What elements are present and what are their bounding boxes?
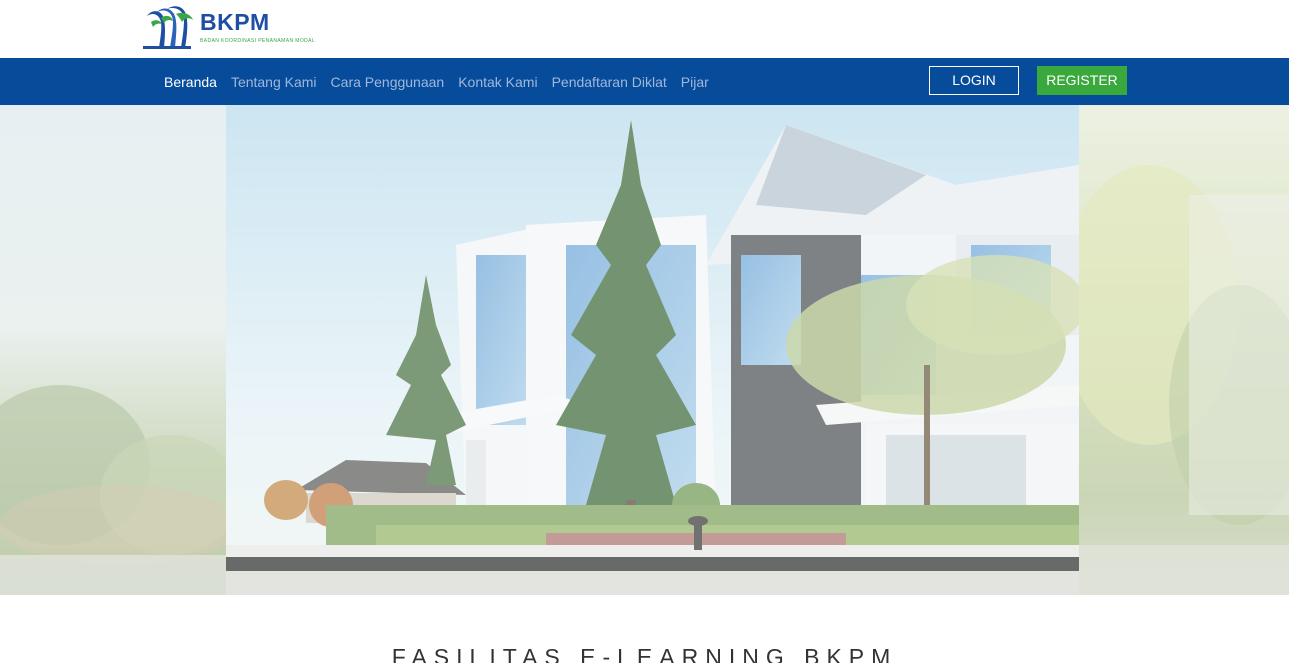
login-button[interactable]: LOGIN	[929, 66, 1019, 95]
hero-blur-right-image	[1079, 105, 1289, 595]
bkpm-logo[interactable]: BKPM BADAN KOORDINASI PENANAMAN MODAL	[143, 6, 315, 50]
register-button[interactable]: REGISTER	[1037, 66, 1127, 95]
logo-name: BKPM	[200, 9, 270, 35]
nav-link-tentang-kami[interactable]: Tentang Kami	[231, 74, 317, 90]
section-title: FASILITAS E-LEARNING BKPM	[391, 644, 898, 663]
hero-building-photo	[226, 105, 1079, 595]
nav-link-pendaftaran-diklat[interactable]: Pendaftaran Diklat	[552, 74, 667, 90]
main-navbar: Beranda Tentang Kami Cara Penggunaan Kon…	[0, 58, 1289, 105]
hero-banner	[0, 105, 1289, 595]
nav-links: Beranda Tentang Kami Cara Penggunaan Kon…	[164, 58, 723, 105]
nav-link-kontak-kami[interactable]: Kontak Kami	[458, 74, 537, 90]
hero-blur-left-image	[0, 105, 226, 595]
nav-link-pijar[interactable]: Pijar	[681, 74, 709, 90]
logo-text: BKPM BADAN KOORDINASI PENANAMAN MODAL	[200, 10, 315, 44]
nav-link-cara-penggunaan[interactable]: Cara Penggunaan	[331, 74, 445, 90]
bkpm-leaf-icon	[143, 6, 193, 49]
logo-tagline: BADAN KOORDINASI PENANAMAN MODAL	[200, 38, 316, 44]
nav-link-beranda[interactable]: Beranda	[164, 74, 217, 90]
logo-bar: BKPM BADAN KOORDINASI PENANAMAN MODAL	[0, 0, 1289, 58]
